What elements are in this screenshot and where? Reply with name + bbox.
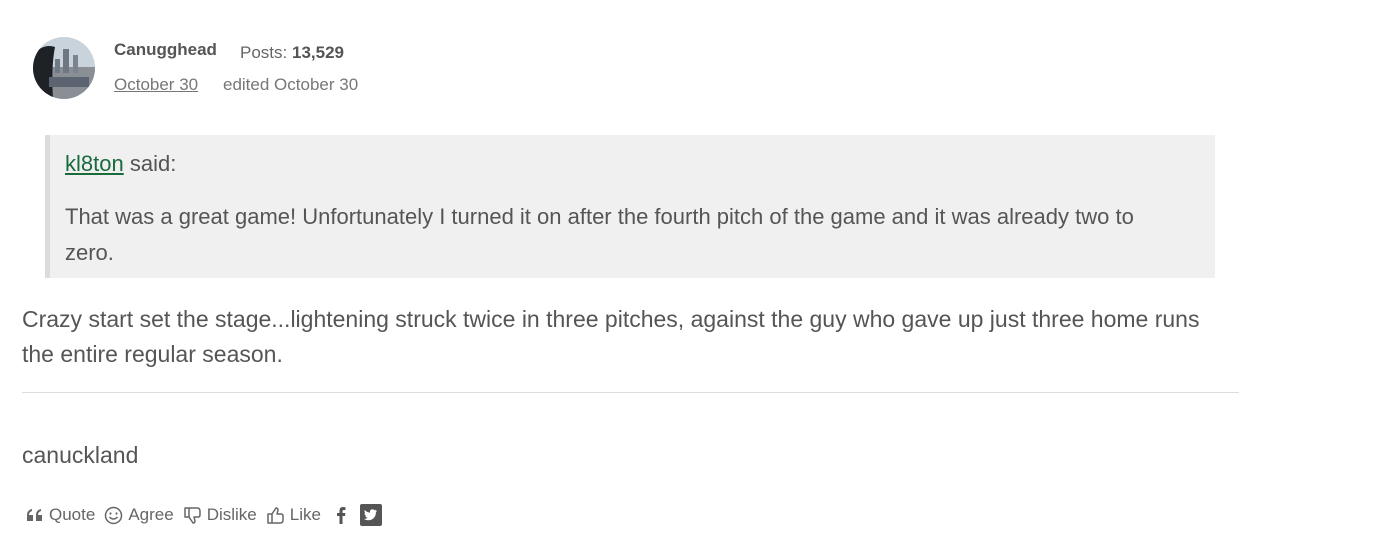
quoted-user-link[interactable]: kl8ton [65, 151, 124, 176]
agree-button[interactable]: Agree [104, 505, 174, 525]
quote-text: That was a great game! Unfortunately I t… [65, 204, 1134, 265]
quote-label: Quote [49, 505, 96, 524]
quote-icon [27, 509, 42, 521]
avatar[interactable] [33, 37, 95, 99]
posts-count: 13,529 [291, 43, 344, 62]
edited-note: edited October 30 [223, 75, 359, 94]
agree-label: Agree [128, 505, 174, 524]
like-label: Like [289, 505, 321, 524]
twitter-icon [359, 504, 382, 526]
quote-said: said: [123, 151, 177, 176]
dislike-label: Dislike [206, 505, 257, 524]
post-body: Crazy start set the stage...lightening s… [22, 306, 1200, 367]
facebook-share-button[interactable] [336, 506, 346, 524]
quote-button[interactable]: Quote [26, 505, 95, 525]
twitter-share-button[interactable] [359, 504, 382, 526]
signature: canuckland [22, 442, 139, 468]
quote-block: kl8ton said: That was a great game! Unfo… [45, 135, 1215, 278]
signature-divider [22, 392, 1239, 393]
thumbs-up-icon [267, 506, 284, 524]
author-name[interactable]: Canugghead [114, 40, 217, 60]
posts-label: Posts: [240, 43, 288, 62]
quote-header: kl8ton said: [65, 151, 176, 177]
post-count: Posts: 13,529 [240, 43, 344, 63]
post-date-link[interactable]: October 30 [114, 75, 198, 95]
dislike-button[interactable]: Dislike [183, 505, 257, 525]
like-button[interactable]: Like [266, 505, 321, 525]
thumbs-down-icon [183, 506, 201, 524]
facebook-icon [336, 507, 346, 524]
post-actions: Quote Agree Dislike Like [26, 504, 396, 526]
smile-icon [105, 506, 123, 524]
